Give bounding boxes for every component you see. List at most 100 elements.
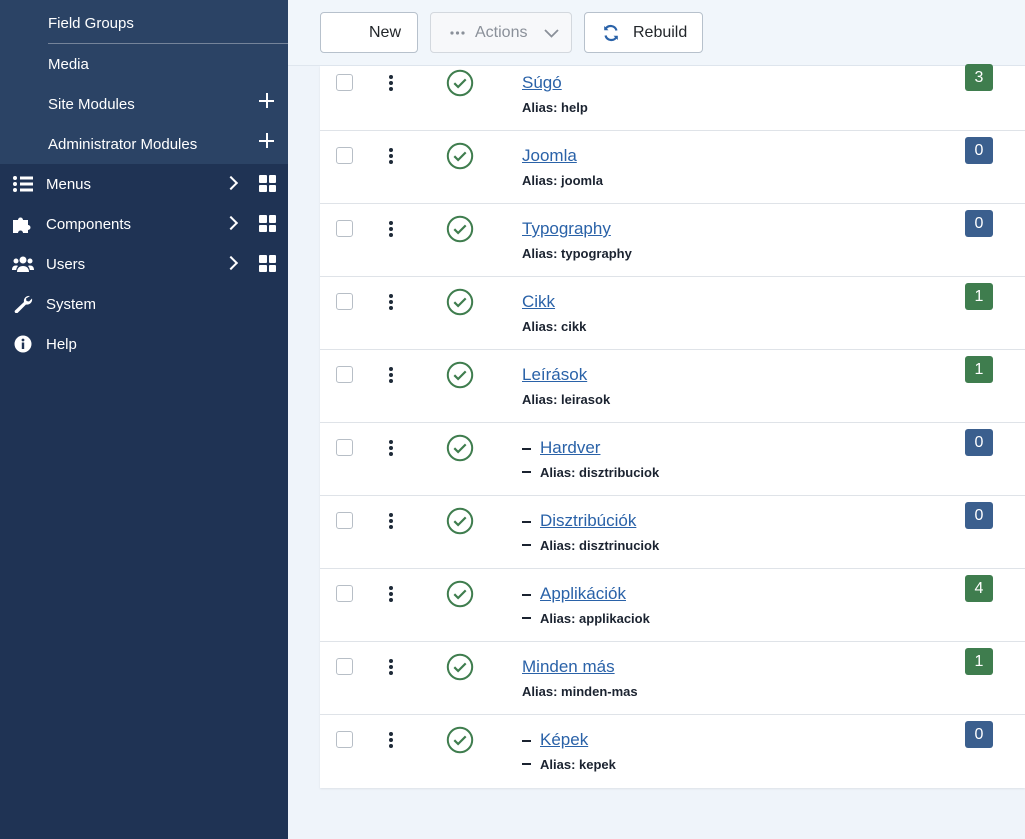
drag-handle-icon[interactable]	[388, 732, 394, 748]
table-row: Minden más Alias: minden-mas 1	[320, 642, 1025, 715]
published-count-badge[interactable]: 0	[965, 210, 993, 237]
alias-label: Alias:	[540, 465, 576, 480]
alias-value: joomla	[561, 173, 603, 188]
row-checkbox[interactable]	[336, 220, 353, 237]
dashboard-icon[interactable]	[259, 255, 276, 272]
published-count-badge[interactable]: 1	[965, 356, 993, 383]
table-row: Joomla Alias: joomla 0	[320, 131, 1025, 204]
toolbar: New Actions Rebuild	[288, 0, 1025, 66]
table-row: Cikk Alias: cikk 1	[320, 277, 1025, 350]
published-count-badge[interactable]: 0	[965, 502, 993, 529]
published-check-icon[interactable]	[446, 434, 474, 462]
sidebar-item-site-modules[interactable]: Site Modules	[48, 84, 288, 124]
table-row: Applikációk Alias: applikaciok 4	[320, 569, 1025, 642]
chevron-down-icon	[544, 29, 559, 38]
add-icon[interactable]	[259, 133, 275, 149]
alias-value: typography	[561, 246, 632, 261]
category-title-link[interactable]: Applikációk	[540, 584, 626, 604]
chevron-right-icon[interactable]	[223, 255, 239, 271]
alias-value: disztrinuciok	[579, 538, 660, 553]
dashboard-icon[interactable]	[259, 215, 276, 232]
row-checkbox[interactable]	[336, 439, 353, 456]
category-alias: Alias: minden-mas	[522, 684, 638, 699]
published-check-icon[interactable]	[446, 288, 474, 316]
published-count-badge[interactable]: 3	[965, 64, 993, 91]
rebuild-button-label: Rebuild	[633, 23, 688, 41]
published-count-badge[interactable]: 0	[965, 137, 993, 164]
table-row: Képek Alias: kepek 0	[320, 715, 1025, 788]
chevron-right-icon[interactable]	[223, 175, 239, 191]
category-title-link[interactable]: Minden más	[522, 657, 615, 677]
published-check-icon[interactable]	[446, 507, 474, 535]
level-indicator	[522, 471, 531, 473]
row-checkbox[interactable]	[336, 585, 353, 602]
category-title-link[interactable]: Képek	[540, 730, 588, 750]
sidebar-item-help[interactable]: Help	[0, 324, 288, 364]
published-check-icon[interactable]	[446, 142, 474, 170]
alias-label: Alias:	[522, 246, 558, 261]
drag-handle-icon[interactable]	[388, 586, 394, 602]
categories-table: Súgó Alias: help 3 Joomla Alias: joomla 0 Typo…	[320, 64, 1025, 788]
list-icon	[13, 176, 33, 192]
published-check-icon[interactable]	[446, 580, 474, 608]
category-title-link[interactable]: Joomla	[522, 146, 577, 166]
category-title-link[interactable]: Disztribúciók	[540, 511, 636, 531]
category-title-link[interactable]: Cikk	[522, 292, 555, 312]
new-button[interactable]: New	[320, 12, 418, 53]
add-icon[interactable]	[259, 93, 275, 109]
drag-handle-icon[interactable]	[388, 513, 394, 529]
row-checkbox[interactable]	[336, 74, 353, 91]
published-count-badge[interactable]: 4	[965, 575, 993, 602]
row-checkbox[interactable]	[336, 512, 353, 529]
published-check-icon[interactable]	[446, 726, 474, 754]
published-check-icon[interactable]	[446, 215, 474, 243]
info-icon	[14, 335, 32, 353]
sidebar-item-users[interactable]: Users	[0, 244, 288, 284]
category-title-link[interactable]: Hardver	[540, 438, 600, 458]
drag-handle-icon[interactable]	[388, 659, 394, 675]
drag-handle-icon[interactable]	[388, 148, 394, 164]
category-title-link[interactable]: Typography	[522, 219, 611, 239]
published-count-badge[interactable]: 1	[965, 283, 993, 310]
published-count-badge[interactable]: 0	[965, 721, 993, 748]
chevron-right-icon[interactable]	[223, 215, 239, 231]
row-checkbox[interactable]	[336, 731, 353, 748]
alias-label: Alias:	[522, 319, 558, 334]
drag-handle-icon[interactable]	[388, 221, 394, 237]
sidebar-item-components[interactable]: Components	[0, 204, 288, 244]
published-check-icon[interactable]	[446, 69, 474, 97]
level-indicator	[522, 448, 531, 450]
sidebar-item-field-groups[interactable]: Field Groups	[48, 4, 288, 44]
new-button-label: New	[369, 23, 402, 41]
category-alias: Alias: kepek	[540, 757, 616, 772]
row-checkbox[interactable]	[336, 366, 353, 383]
published-check-icon[interactable]	[446, 361, 474, 389]
alias-value: leirasok	[561, 392, 611, 407]
row-checkbox[interactable]	[336, 147, 353, 164]
row-checkbox[interactable]	[336, 658, 353, 675]
category-alias: Alias: joomla	[522, 173, 603, 188]
published-check-icon[interactable]	[446, 653, 474, 681]
category-title-link[interactable]: Súgó	[522, 73, 562, 93]
drag-handle-icon[interactable]	[388, 367, 394, 383]
table-row: Hardver Alias: disztribuciok 0	[320, 423, 1025, 496]
drag-handle-icon[interactable]	[388, 294, 394, 310]
row-checkbox[interactable]	[336, 293, 353, 310]
refresh-icon	[604, 24, 618, 42]
category-title-link[interactable]: Leírások	[522, 365, 587, 385]
published-count-badge[interactable]: 1	[965, 648, 993, 675]
actions-button[interactable]: Actions	[430, 12, 572, 53]
dashboard-icon[interactable]	[259, 175, 276, 192]
sidebar-item-administrator-modules[interactable]: Administrator Modules	[48, 124, 288, 164]
published-count-badge[interactable]: 0	[965, 429, 993, 456]
sidebar-item-media[interactable]: Media	[48, 44, 288, 84]
sidebar-item-label: System	[46, 295, 97, 313]
sidebar-item-label: Help	[46, 335, 77, 353]
sidebar-item-label: Users	[46, 255, 86, 273]
category-alias: Alias: applikaciok	[540, 611, 650, 626]
drag-handle-icon[interactable]	[388, 75, 394, 91]
sidebar-item-menus[interactable]: Menus	[0, 164, 288, 204]
sidebar-item-system[interactable]: System	[0, 284, 288, 324]
drag-handle-icon[interactable]	[388, 440, 394, 456]
rebuild-button[interactable]: Rebuild	[584, 12, 703, 53]
